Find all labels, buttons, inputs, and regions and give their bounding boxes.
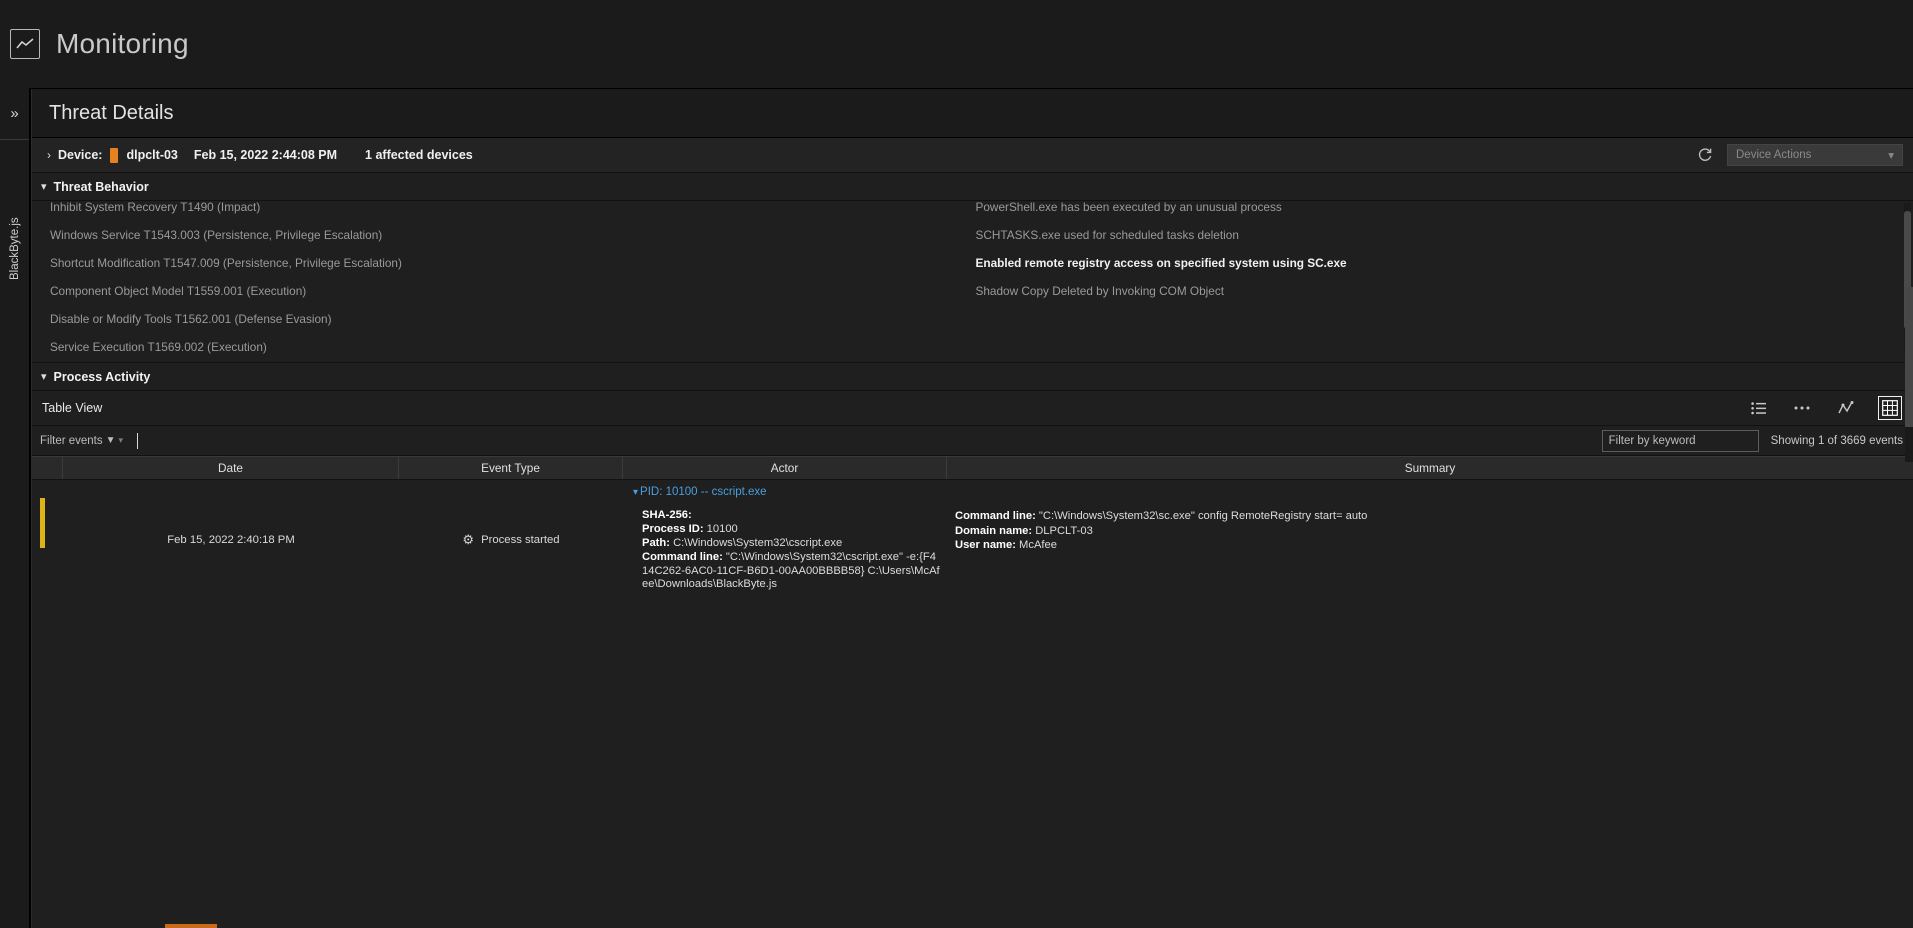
row-severity-marker: [40, 498, 45, 548]
column-header-summary[interactable]: Summary: [947, 457, 1913, 479]
chevron-down-icon: ▾: [1888, 150, 1894, 162]
threat-behavior-item[interactable]: Disable or Modify Tools T1562.001 (Defen…: [50, 305, 973, 333]
cell-summary: Command line: "C:\Windows\System32\sc.ex…: [947, 480, 1913, 600]
summary-field-user-name: User name: McAfee: [955, 539, 1907, 553]
threat-behavior-item[interactable]: Inhibit System Recovery T1490 (Impact): [50, 201, 973, 221]
cell-date: Feb 15, 2022 2:40:18 PM: [167, 534, 295, 546]
row-severity-marker-cell: [32, 480, 63, 600]
threat-behavior-techniques-column: Inhibit System Recovery T1490 (Impact) W…: [32, 201, 973, 361]
process-activity-title: Process Activity: [53, 369, 151, 384]
threat-details-panel: Threat Details › Device: dlpclt-03 Feb 1…: [31, 89, 1913, 928]
summary-field-key: Command line:: [955, 510, 1036, 522]
chevron-down-icon: ▾: [41, 371, 47, 383]
summary-field-key: User name:: [955, 539, 1016, 551]
actor-pid-label: PID: 10100 -- cscript.exe: [640, 486, 767, 498]
chevron-down-icon: ▾: [118, 435, 124, 445]
list-view-icon[interactable]: [1747, 397, 1769, 419]
device-label: Device:: [58, 148, 103, 162]
filter-text-cursor: [137, 432, 139, 449]
app-header: Monitoring: [0, 0, 1913, 88]
ellipsis-icon[interactable]: [1791, 397, 1813, 419]
showing-events-count: Showing 1 of 3669 events: [1770, 434, 1903, 447]
cell-actor: ▾ PID: 10100 -- cscript.exe SHA-256: Pro…: [623, 480, 947, 600]
actor-field-value: 10100: [706, 523, 738, 535]
chart-line-icon: [10, 29, 40, 59]
view-toolbar: Table View: [32, 391, 1913, 426]
threat-behavior-item[interactable]: Shortcut Modification T1547.009 (Persist…: [50, 249, 973, 277]
table-row[interactable]: Feb 15, 2022 2:40:18 PM ⚙ Process starte…: [32, 480, 1913, 600]
view-mode-label: Table View: [42, 401, 103, 415]
threat-behavior-item[interactable]: Component Object Model T1559.001 (Execut…: [50, 277, 973, 305]
actor-field-value: C:\Windows\System32\cscript.exe: [673, 537, 843, 549]
device-actions-label: Device Actions: [1736, 149, 1812, 161]
graph-view-icon[interactable]: [1835, 397, 1857, 419]
threat-behavior-detections-column: PowerShell.exe has been executed by an u…: [973, 201, 1913, 361]
threat-behavior-header[interactable]: ▾ Threat Behavior: [32, 173, 1913, 201]
page-title: Monitoring: [56, 28, 189, 59]
panel-scrollbar[interactable]: [1905, 287, 1913, 462]
actor-field-key: Path:: [642, 537, 670, 549]
severity-indicator: [110, 147, 119, 163]
events-table-header: Date Event Type Actor Summary: [32, 456, 1913, 480]
funnel-icon: ▼: [105, 435, 116, 446]
chevron-right-icon[interactable]: ›: [40, 148, 58, 162]
event-type-label: Process started: [481, 534, 560, 546]
gear-icon: ⚙: [462, 532, 475, 547]
actor-field-key: Command line:: [642, 551, 723, 563]
column-header-event-type[interactable]: Event Type: [399, 457, 623, 479]
threat-behavior-detection[interactable]: Enabled remote registry access on specif…: [976, 249, 1913, 277]
cell-event-type: ⚙ Process started: [399, 480, 623, 600]
column-header-date[interactable]: Date: [63, 457, 399, 479]
threat-behavior-list: Inhibit System Recovery T1490 (Impact) W…: [32, 201, 1913, 363]
panel-title: Threat Details: [49, 101, 174, 124]
actor-field-path: Path: C:\Windows\System32\cscript.exe: [629, 537, 941, 551]
refresh-icon[interactable]: [1697, 147, 1713, 163]
process-activity-header[interactable]: ▾ Process Activity: [32, 363, 1913, 391]
rail-tab-blackbyte[interactable]: BlackByte.js: [9, 140, 21, 290]
bottom-accent-bar: [165, 924, 217, 928]
actor-field-sha256: SHA-256:: [629, 509, 941, 523]
threat-behavior-item[interactable]: Windows Service T1543.003 (Persistence, …: [50, 221, 973, 249]
summary-field-value: DLPCLT-03: [1035, 524, 1093, 537]
threat-behavior-title: Threat Behavior: [53, 179, 149, 194]
actor-pid-link[interactable]: ▾ PID: 10100 -- cscript.exe: [629, 486, 941, 500]
actor-field-key: SHA-256:: [642, 509, 692, 521]
threat-behavior-detection[interactable]: Shadow Copy Deleted by Invoking COM Obje…: [976, 277, 1913, 305]
threat-behavior-detection[interactable]: SCHTASKS.exe used for scheduled tasks de…: [976, 221, 1913, 249]
actor-field-key: Process ID:: [642, 523, 704, 535]
chevron-down-icon: ▾: [41, 181, 47, 193]
events-table-body: Feb 15, 2022 2:40:18 PM ⚙ Process starte…: [32, 480, 1913, 600]
actor-field-command-line: Command line: "C:\Windows\System32\cscri…: [629, 551, 941, 592]
summary-field-value: McAfee: [1019, 539, 1057, 551]
threat-behavior-detection[interactable]: PowerShell.exe has been executed by an u…: [976, 201, 1913, 221]
double-chevron-right-icon[interactable]: »: [0, 88, 29, 140]
left-rail: » BlackByte.js: [0, 88, 30, 928]
summary-field-command-line: Command line: "C:\Windows\System32\sc.ex…: [955, 510, 1907, 524]
panel-header: Threat Details: [32, 89, 1913, 138]
filter-bar: Filter events ▼ ▾ Showing 1 of 3669 even…: [32, 426, 1913, 456]
device-actions-button[interactable]: Device Actions ▾: [1727, 144, 1903, 166]
keyword-filter-input[interactable]: [1601, 429, 1759, 452]
column-header-select: [32, 457, 63, 479]
actor-field-process-id: Process ID: 10100: [629, 523, 941, 537]
device-name: dlpclt-03: [126, 148, 178, 162]
summary-field-value: "C:\Windows\System32\sc.exe" config Remo…: [1038, 510, 1368, 522]
column-header-actor[interactable]: Actor: [623, 457, 947, 479]
threat-behavior-item[interactable]: Service Execution T1569.002 (Execution): [50, 333, 973, 361]
summary-field-domain-name: Domain name: DLPCLT-03: [955, 525, 1907, 539]
table-view-icon[interactable]: [1878, 396, 1902, 420]
device-summary-bar: › Device: dlpclt-03 Feb 15, 2022 2:44:08…: [32, 138, 1913, 173]
chevron-down-icon: ▾: [633, 487, 639, 498]
filter-events-label: Filter events: [40, 434, 103, 447]
summary-field-key: Domain name:: [955, 524, 1033, 537]
affected-devices-count: 1 affected devices: [365, 148, 473, 162]
filter-events-dropdown[interactable]: Filter events ▼ ▾: [40, 435, 123, 447]
device-timestamp: Feb 15, 2022 2:44:08 PM: [193, 148, 338, 162]
